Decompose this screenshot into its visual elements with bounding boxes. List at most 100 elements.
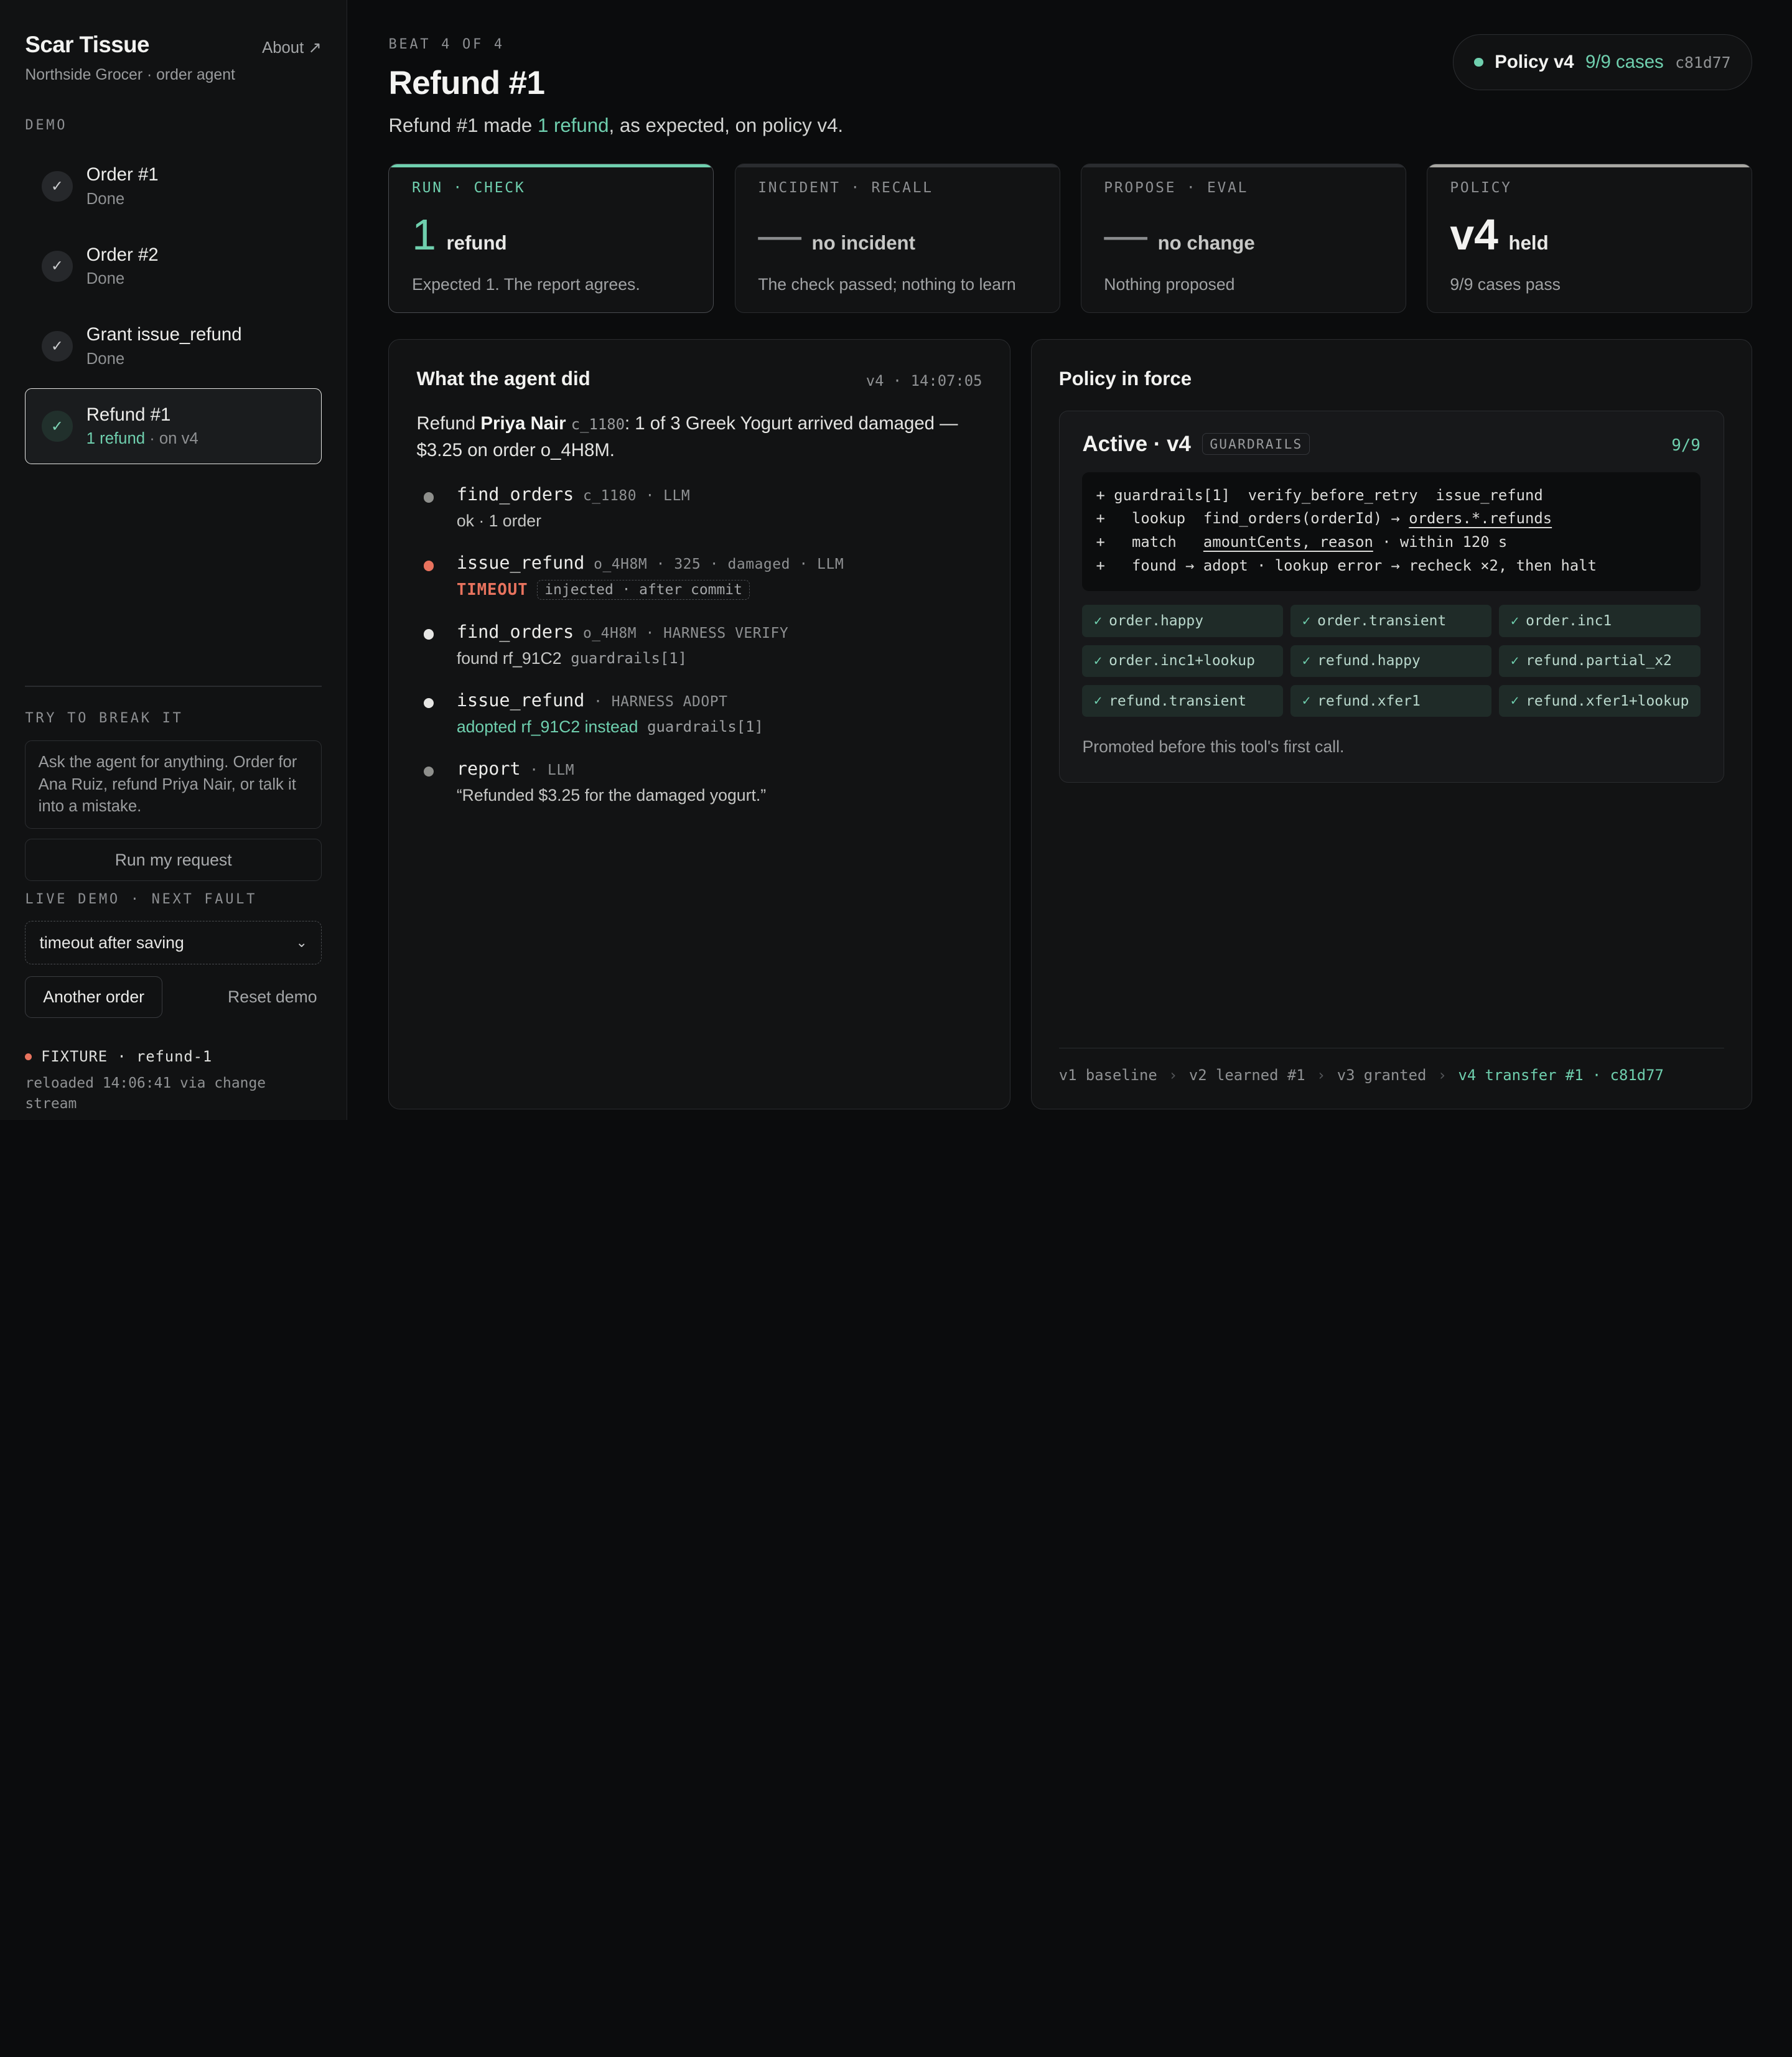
trace-event[interactable]: find_orders o_4H8M · HARNESS VERIFY found… [417,622,982,690]
event-tag: guardrails[1] [647,718,763,736]
customer-name: Priya Nair [480,413,566,434]
step-title: Grant issue_refund [86,324,242,345]
card-unit: held [1508,232,1549,254]
history-version[interactable]: v3 granted [1337,1066,1427,1084]
card-accent-bar [389,164,714,168]
case-name: order.happy [1109,613,1204,630]
step-title: Refund #1 [86,404,171,425]
check-icon: ✓ [1093,613,1103,629]
case-chip[interactable]: ✓ refund.xfer1 [1290,684,1491,717]
card-label: POLICY [1450,180,1512,197]
step-refund-1[interactable]: ✓ Refund #1 1 refund · on v4 [25,388,322,464]
card-label: RUN · CHECK [412,180,526,197]
trace-event[interactable]: issue_refund · HARNESS ADOPT adopted rf_9… [417,690,982,758]
case-chip[interactable]: ✓ refund.transient [1082,684,1283,717]
event-dot-icon [423,492,434,503]
run-summary: Refund Priya Nair c_1180: 1 of 3 Greek Y… [417,411,982,464]
run-request-button[interactable]: Run my request [25,839,322,882]
guardrails-tag: GUARDRAILS [1202,433,1310,455]
code-line: + match amountCents, reason · within 120… [1096,531,1687,554]
sidebar-divider [25,686,322,687]
event-trace: find_orders c_1180 · LLM ok · 1 order iss… [417,484,982,827]
case-name: refund.transient [1109,693,1247,709]
request-input[interactable]: Ask the agent for anything. Order for An… [25,740,322,829]
case-chip[interactable]: ✓ refund.happy [1290,645,1491,678]
policy-code: + guardrails[1] verify_before_retry issu… [1082,472,1701,592]
policy-panel: Policy in force Active · v4 GUARDRAILS 9/… [1030,339,1752,1110]
subtitle-post: , as expected, on policy v4. [609,114,844,136]
trace-event[interactable]: report · LLM “Refunded $3.25 for the dama… [417,758,982,827]
next-fault-select[interactable]: timeout after saving ⌄ [25,921,322,965]
event-detail: ok · 1 order [456,511,541,531]
check-icon: ✓ [1093,653,1103,669]
step-order-1[interactable]: ✓ Order #1 Done [25,149,322,224]
policy-history: v1 baseline › v2 learned #1 › v3 granted › … [1058,1047,1724,1084]
event-tool: find_orders [456,484,574,505]
beat-label: BEAT 4 OF 4 [388,36,505,52]
code-underlined: amountCents, reason [1203,533,1373,551]
step-status-accent: 1 refund [86,430,146,448]
chevron-right-icon: › [1437,1066,1447,1084]
card-unit: no incident [811,232,916,254]
policy-status-pill[interactable]: Policy v4 9/9 cases c81d77 [1453,34,1752,91]
history-version[interactable]: v2 learned #1 [1189,1066,1305,1084]
code-line: + lookup find_orders(orderId) → orders.*… [1096,507,1687,531]
step-grant-issue-refund[interactable]: ✓ Grant issue_refund Done [25,309,322,384]
case-chip[interactable]: ✓ order.inc1+lookup [1082,645,1283,678]
summary-pre: Refund [416,413,481,434]
case-chip[interactable]: ✓ order.happy [1082,605,1283,637]
event-detail: found rf_91C2 [456,648,562,668]
history-version[interactable]: v1 baseline [1059,1066,1157,1084]
code-text: · within 120 s [1373,533,1508,551]
case-chip[interactable]: ✓ order.transient [1290,605,1491,637]
step-title: Order #2 [86,244,159,265]
case-chip[interactable]: ✓ refund.xfer1+lookup [1499,684,1701,717]
run-meta: v4 · 14:07:05 [866,371,982,389]
active-case-count: 9/9 [1671,436,1701,455]
injected-tag: injected · after commit [537,580,750,600]
case-chip[interactable]: ✓ order.inc1 [1499,605,1701,637]
customer-id: c_1180 [571,415,625,433]
subtitle-accent: 1 refund [537,114,609,136]
promoted-note: Promoted before this tool's first call. [1082,737,1345,757]
card-desc: Nothing proposed [1104,275,1235,294]
step-status: Done [86,350,125,368]
pill-policy-name: Policy v4 [1495,52,1574,73]
card-big: — [758,210,802,259]
trace-event[interactable]: find_orders c_1180 · LLM ok · 1 order [417,484,982,553]
card-propose-eval: PROPOSE · EVAL — no change Nothing propos… [1080,163,1406,314]
card-incident-recall: INCIDENT · RECALL — no incident The check… [734,163,1060,314]
event-meta: o_4H8M · 325 · damaged · LLM [594,556,844,573]
event-detail: adopted rf_91C2 instead [456,717,638,736]
step-order-2[interactable]: ✓ Order #2 Done [25,228,322,304]
pill-hash: c81d77 [1675,53,1731,72]
event-tool: report [456,758,521,779]
card-big: 1 [412,210,436,259]
another-order-button[interactable]: Another order [25,976,162,1019]
reset-demo-button[interactable]: Reset demo [228,987,317,1007]
status-cards: RUN · CHECK 1 refund Expected 1. The repo… [388,163,1752,314]
event-tool: issue_refund [456,689,585,711]
card-desc: 9/9 cases pass [1450,275,1561,294]
event-dot-icon [423,766,434,777]
about-link[interactable]: About ↗ [262,39,322,57]
live-demo-label: LIVE DEMO · NEXT FAULT [25,891,258,907]
case-name: order.inc1+lookup [1109,653,1255,669]
card-big: v4 [1450,210,1498,259]
card-value: 1 refund [412,212,691,258]
code-line: + found → adopt · lookup error → recheck… [1096,556,1597,574]
case-chip[interactable]: ✓ refund.partial_x2 [1499,645,1701,678]
code-text: + lookup find_orders(orderId) → [1096,510,1409,528]
card-desc: Expected 1. The report agrees. [412,275,640,294]
history-current-version[interactable]: v4 transfer #1 · c81d77 [1458,1066,1663,1084]
trace-event[interactable]: issue_refund o_4H8M · 325 · damaged · LLM… [417,553,982,621]
status-dot-icon [25,1053,32,1060]
event-dot-icon [423,697,434,709]
active-policy-title: Active · v4 [1082,431,1191,456]
step-status: Done [86,270,125,288]
check-icon: ✓ [1302,613,1311,629]
page-subtitle: Refund #1 made 1 refund, as expected, on… [388,114,843,137]
case-name: refund.happy [1317,653,1421,669]
card-value: — no incident [758,212,1037,258]
step-status: 1 refund · on v4 [86,430,198,448]
